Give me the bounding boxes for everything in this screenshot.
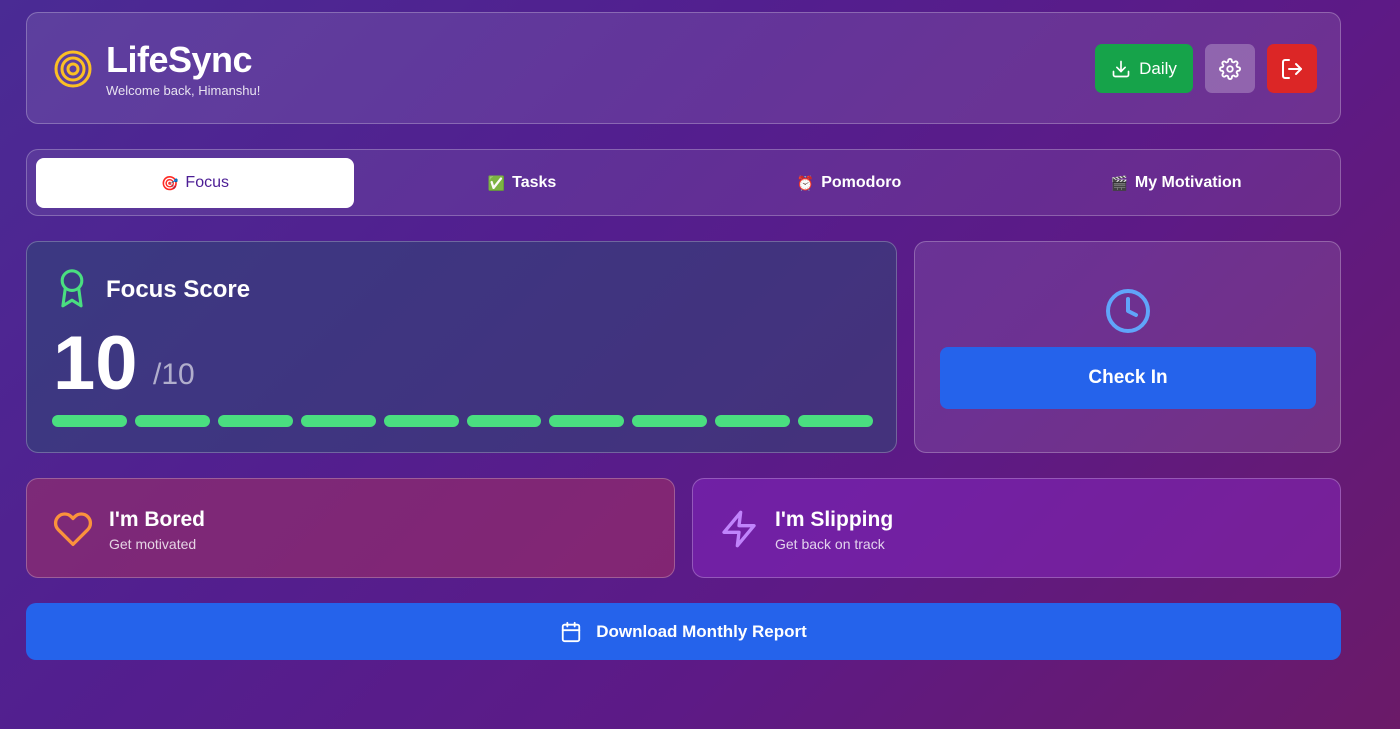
logout-button[interactable]	[1267, 44, 1317, 93]
heart-icon	[53, 512, 93, 547]
checkmark-emoji-icon: ✅	[487, 174, 506, 191]
lightning-icon	[722, 510, 756, 548]
im-slipping-subtitle: Get back on track	[775, 536, 885, 552]
progress-segment	[52, 415, 127, 427]
tab-label: Tasks	[512, 174, 557, 191]
focus-score-card: Focus Score 10 /10	[26, 241, 897, 453]
tab-pomodoro[interactable]: ⏰ Pomodoro	[690, 158, 1008, 208]
logout-icon	[1282, 58, 1302, 79]
download-monthly-report-button[interactable]: Download Monthly Report	[26, 603, 1341, 660]
tab-label: Pomodoro	[821, 174, 902, 191]
im-slipping-title: I'm Slipping	[775, 508, 894, 531]
tab-my-motivation[interactable]: 🎬 My Motivation	[1017, 158, 1335, 208]
progress-segment	[383, 415, 459, 427]
target-icon	[54, 50, 92, 88]
progress-segment	[715, 415, 791, 427]
im-bored-title: I'm Bored	[109, 508, 206, 531]
award-icon	[60, 269, 84, 308]
tab-label: Focus	[185, 174, 229, 191]
check-in-button[interactable]: Check In	[940, 347, 1316, 409]
progress-segment	[134, 415, 210, 427]
daily-download-button[interactable]: Daily	[1095, 44, 1193, 93]
tab-focus[interactable]: 🎯 Focus	[36, 158, 354, 208]
progress-segment	[549, 415, 625, 427]
calendar-icon	[562, 621, 581, 642]
check-in-card: Check In	[914, 241, 1341, 453]
progress-segment	[300, 415, 376, 427]
app-title: LifeSync	[106, 39, 253, 80]
progress-segment	[632, 415, 708, 427]
clock-icon	[1106, 289, 1150, 333]
settings-button[interactable]	[1205, 44, 1255, 93]
im-slipping-card[interactable]: I'm Slipping Get back on track	[692, 478, 1341, 578]
alarm-clock-emoji-icon: ⏰	[796, 174, 815, 191]
tab-label: My Motivation	[1134, 174, 1242, 191]
progress-segment	[798, 415, 874, 427]
clapper-emoji-icon: 🎬	[1110, 174, 1128, 191]
tab-bar: 🎯 Focus ✅ Tasks ⏰ Pomodoro 🎬 My Motivati…	[26, 149, 1341, 216]
welcome-message: Welcome back, Himanshu!	[106, 83, 261, 98]
gear-icon	[1219, 57, 1241, 80]
download-icon	[1112, 60, 1130, 77]
header: LifeSync Welcome back, Himanshu! Daily	[26, 12, 1341, 124]
focus-progress-bar	[52, 415, 874, 427]
focus-score-title: Focus Score	[106, 276, 251, 303]
tab-tasks[interactable]: ✅ Tasks	[363, 158, 681, 208]
focus-score-value: 10	[53, 321, 138, 406]
im-bored-subtitle: Get motivated	[109, 536, 197, 552]
focus-score-max: /10	[153, 358, 195, 391]
progress-segment	[217, 415, 293, 427]
im-bored-card[interactable]: I'm Bored Get motivated	[26, 478, 675, 578]
target-emoji-icon: 🎯	[160, 174, 179, 191]
daily-label: Daily	[1139, 58, 1177, 78]
progress-segment	[466, 415, 542, 427]
download-report-label: Download Monthly Report	[596, 621, 807, 641]
